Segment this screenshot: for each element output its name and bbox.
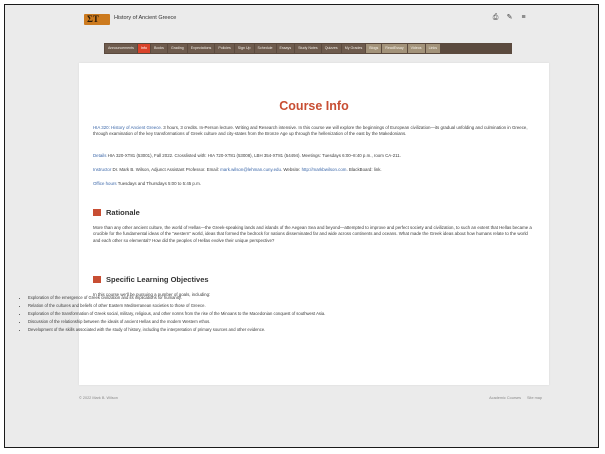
- nav-item-expectations[interactable]: Expectations: [187, 44, 215, 53]
- section-marker: [93, 276, 101, 283]
- nav-item-schedule[interactable]: Schedule: [254, 44, 276, 53]
- print-icon[interactable]: ⎙: [492, 14, 499, 21]
- objective-item: Discussion of the relationship between t…: [28, 318, 468, 326]
- nav-item-policies[interactable]: Policies: [215, 44, 234, 53]
- top-bar: ΣΤ History of Ancient Greece ⎙ ✎ ≡: [5, 5, 598, 31]
- nav-item-links[interactable]: Links: [425, 44, 440, 53]
- menu-icon[interactable]: ≡: [520, 14, 527, 21]
- instructor-info: Instructor Dr. Mark B. Wilson, Adjunct A…: [93, 167, 533, 173]
- main-nav: Announcements Info Books Grading Expectation…: [104, 43, 512, 54]
- objectives-list: Exploration of the emergence of Greek ci…: [19, 294, 468, 334]
- section-marker: [93, 209, 101, 216]
- course-details: Details HIA 320-XT81 (53001), Fall 2022.…: [93, 153, 533, 159]
- objective-item: Exploration of the transformation of Gre…: [28, 310, 468, 318]
- rationale-text: More than any other ancient culture, the…: [93, 225, 532, 243]
- site-title[interactable]: History of Ancient Greece: [114, 15, 176, 21]
- nav-item-study-notes[interactable]: Study Notes: [295, 44, 321, 53]
- browser-frame: ΣΤ History of Ancient Greece ⎙ ✎ ≡ Annou…: [4, 4, 599, 448]
- objective-item: Development of the skills associated wit…: [28, 326, 468, 334]
- details-text: HIA 320-XT81 (53001), Fall 2022. Crossli…: [106, 153, 401, 158]
- nav-item-readessay[interactable]: ReadEssay: [382, 44, 407, 53]
- instructor-website-link[interactable]: http://markbwilson.com: [302, 167, 347, 172]
- office-hours: Office hours Tuesdays and Thursdays 5:00…: [93, 181, 533, 187]
- footer-links: Academic Courses Site map: [489, 396, 542, 400]
- footer-link[interactable]: Academic Courses: [489, 396, 521, 400]
- top-icons: ⎙ ✎ ≡: [492, 14, 527, 21]
- content-card: Course Info HIA 320: History of Ancient …: [79, 63, 549, 385]
- logo-mark: ΣΤ: [87, 14, 99, 24]
- nav-item-grading[interactable]: Grading: [167, 44, 187, 53]
- nav-item-videos[interactable]: Videos: [407, 44, 425, 53]
- nav-item-quizzes[interactable]: Quizzes: [321, 44, 341, 53]
- instructor-label: Instructor: [93, 167, 112, 172]
- page-title: Course Info: [279, 99, 349, 113]
- rationale-title: Rationale: [106, 208, 140, 217]
- objectives-heading: Specific Learning Objectives: [93, 275, 209, 284]
- footer-link[interactable]: Site map: [527, 396, 542, 400]
- office-text: Tuesdays and Thursdays 5:00 to 5:45 p.m.: [116, 181, 201, 186]
- intro-label: HIA 320: History of Ancient Greece.: [93, 125, 163, 130]
- objective-item: Exploration of the emergence of Greek ci…: [28, 294, 468, 302]
- nav-item-essays[interactable]: Essays: [276, 44, 295, 53]
- nav-item-books[interactable]: Books: [150, 44, 167, 53]
- edit-icon[interactable]: ✎: [506, 14, 513, 21]
- nav-item-info[interactable]: Info: [137, 44, 150, 53]
- course-intro: HIA 320: History of Ancient Greece. 3 ho…: [93, 125, 533, 138]
- footer-copyright: © 2022 Mark B. Wilson: [79, 396, 118, 400]
- instructor-text-2: . Website:: [280, 167, 302, 172]
- nav-item-announcements[interactable]: Announcements: [105, 44, 137, 53]
- instructor-text: Dr. Mark B. Wilson, Adjunct Assistant Pr…: [111, 167, 221, 172]
- nav-item-sign-up[interactable]: Sign Up: [234, 44, 254, 53]
- objectives-title: Specific Learning Objectives: [106, 275, 209, 284]
- instructor-email-link[interactable]: mark.wilson@lehman.cuny.edu: [220, 167, 281, 172]
- details-label: Details: [93, 153, 107, 158]
- nav-item-my-grades[interactable]: My Grades: [341, 44, 366, 53]
- instructor-text-3: . BlackBoard: link.: [346, 167, 382, 172]
- site-logo[interactable]: ΣΤ: [84, 14, 110, 25]
- nav-item-blogs[interactable]: Blogs: [366, 44, 382, 53]
- rationale-heading: Rationale: [93, 208, 140, 217]
- office-label: Office hours: [93, 181, 117, 186]
- objective-item: Relation of the cultures and beliefs of …: [28, 302, 468, 310]
